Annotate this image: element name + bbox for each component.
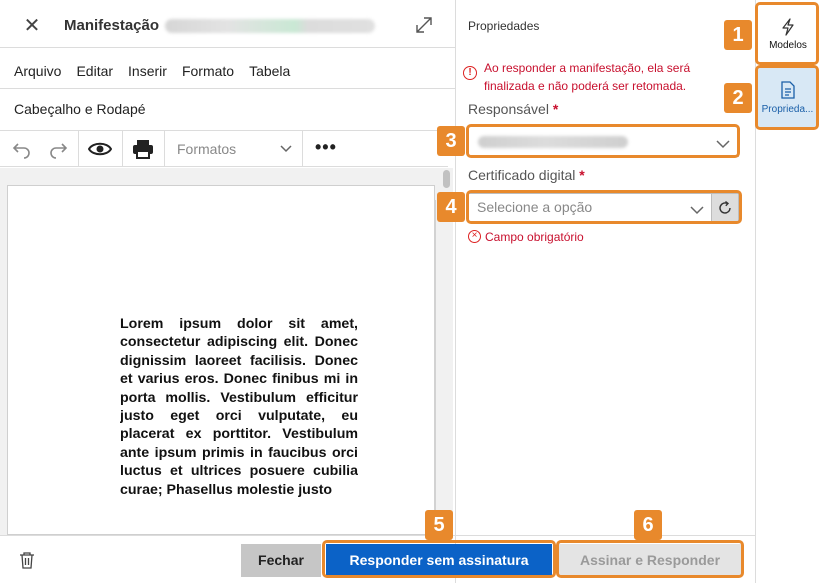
highlight-propriedades: [755, 65, 819, 130]
warning-message: Ao responder a manifestação, ela será fi…: [484, 61, 691, 93]
undo-icon[interactable]: [9, 136, 35, 162]
close-icon[interactable]: ✕: [22, 14, 42, 36]
page-title: Manifestação: [64, 17, 160, 34]
preview-eye-icon[interactable]: [87, 136, 113, 162]
certificado-label: Certificado digital *: [468, 167, 585, 183]
toolbar-separator: [122, 131, 123, 166]
highlight-responsavel: [466, 124, 740, 158]
toolbar-separator: [164, 131, 165, 166]
document-text[interactable]: Lorem ipsum dolor sit amet, consectetur …: [120, 315, 358, 535]
annotation-badge-5: 5: [425, 510, 453, 540]
annotation-badge-2: 2: [724, 83, 752, 113]
highlight-responder: [322, 540, 556, 578]
menubar: Arquivo Editar Inserir Formato Tabela: [14, 63, 290, 79]
responsavel-label-text: Responsável: [468, 101, 549, 117]
scrollbar-thumb[interactable]: [443, 170, 450, 188]
chevron-down-icon[interactable]: [279, 141, 293, 160]
error-icon: ×: [468, 230, 481, 243]
annotation-badge-4: 4: [437, 192, 465, 222]
highlight-certificado: [466, 190, 742, 224]
redacted-title-detail: [165, 19, 375, 33]
header-footer-button[interactable]: Cabeçalho e Rodapé: [14, 101, 146, 117]
menu-tabela[interactable]: Tabela: [249, 63, 290, 79]
properties-title: Propriedades: [468, 19, 540, 33]
formats-dropdown[interactable]: Formatos: [177, 141, 236, 157]
highlight-modelos: [755, 2, 819, 65]
responsavel-label: Responsável *: [468, 101, 558, 117]
required-mark: *: [579, 167, 585, 183]
divider: [0, 47, 455, 48]
highlight-assinar: [556, 540, 744, 578]
print-icon[interactable]: [130, 136, 156, 162]
certificado-label-text: Certificado digital: [468, 167, 576, 183]
pane-divider: [455, 0, 456, 583]
required-mark: *: [552, 101, 559, 117]
annotation-badge-6: 6: [634, 510, 662, 540]
divider: [0, 88, 455, 89]
menu-arquivo[interactable]: Arquivo: [14, 63, 61, 79]
trash-icon[interactable]: [19, 551, 37, 571]
annotation-badge-3: 3: [437, 126, 465, 156]
warning-icon: !: [463, 66, 477, 80]
redo-icon[interactable]: [45, 136, 71, 162]
page-edge: [434, 200, 436, 535]
menu-formato[interactable]: Formato: [182, 63, 234, 79]
error-message: Campo obrigatório: [485, 230, 584, 244]
annotation-badge-1: 1: [724, 20, 752, 50]
more-icon[interactable]: •••: [315, 137, 337, 158]
toolbar-separator: [78, 131, 79, 166]
expand-icon[interactable]: [412, 13, 436, 37]
toolbar-separator: [302, 131, 303, 166]
scrollbar[interactable]: [440, 168, 453, 535]
menu-editar[interactable]: Editar: [76, 63, 113, 79]
menu-inserir[interactable]: Inserir: [128, 63, 167, 79]
fechar-button[interactable]: Fechar: [241, 544, 321, 577]
